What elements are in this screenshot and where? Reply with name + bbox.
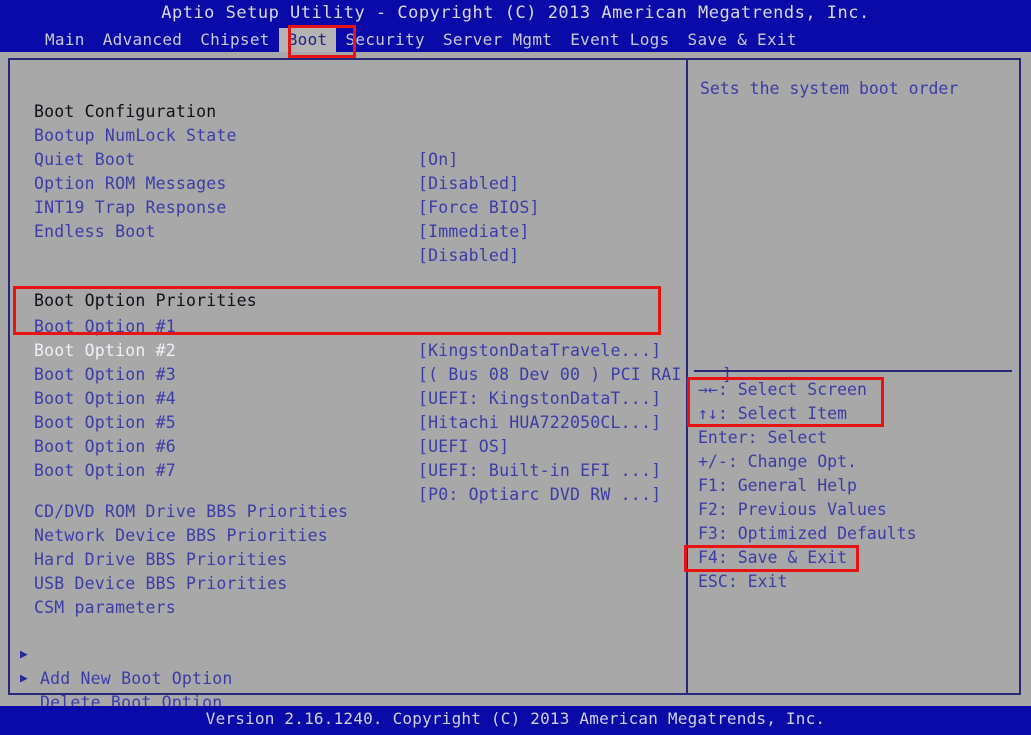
key-legend-text: : Change Opt. bbox=[727, 452, 857, 471]
tab-advanced[interactable]: Advanced bbox=[94, 28, 191, 52]
submenu-network-device-bbs-priorities[interactable]: Network Device BBS Priorities bbox=[10, 500, 686, 545]
key-legend-save-and-exit: F4: Save & Exit bbox=[698, 546, 1018, 570]
key-name: F2 bbox=[698, 500, 718, 519]
key-legend-text: : Save & Exit bbox=[717, 548, 848, 567]
key-legend-text: : Exit bbox=[727, 572, 788, 591]
boot-option-row-6[interactable]: Boot Option #6 [UEFI: Built-in EFI ...] bbox=[10, 411, 686, 480]
submenu-hard-drive-bbs-priorities[interactable]: Hard Drive BBS Priorities bbox=[10, 524, 686, 569]
triangle-right-icon: ▶ bbox=[20, 671, 29, 686]
arrow-up-down-icon: ↑↓ bbox=[698, 404, 718, 423]
boot-option-row-5[interactable]: Boot Option #5 [UEFI OS] bbox=[10, 387, 686, 456]
boot-option-row-2[interactable]: Boot Option #2 [( Bus 08 Dev 00 ) PCI RA… bbox=[10, 315, 732, 384]
key-legend-text: : Select Screen bbox=[717, 380, 867, 399]
key-name: ESC bbox=[698, 572, 728, 591]
submenu-add-new-boot-option[interactable]: ▶ Add New Boot Option bbox=[10, 619, 686, 688]
arrow-left-right-icon: →← bbox=[698, 380, 718, 399]
key-legend-text: : General Help bbox=[717, 476, 857, 495]
setting-row-int19-trap-response[interactable]: INT19 Trap Response [Immediate] bbox=[10, 172, 686, 241]
boot-option-row-7[interactable]: Boot Option #7 [P0: Optiarc DVD RW ...] bbox=[10, 435, 686, 504]
boot-option-row-4[interactable]: Boot Option #4 [Hitachi HUA722050CL...] bbox=[10, 363, 686, 432]
tab-boot[interactable]: Boot bbox=[278, 27, 337, 52]
key-legend-optimized-defaults: F3: Optimized Defaults bbox=[698, 522, 1018, 546]
submenu-delete-boot-option[interactable]: ▶ Delete Boot Option bbox=[10, 643, 686, 712]
tab-save-and-exit[interactable]: Save & Exit bbox=[679, 28, 806, 52]
setting-row-quiet-boot[interactable]: Quiet Boot [Disabled] bbox=[10, 124, 686, 193]
key-legend-previous-values: F2: Previous Values bbox=[698, 498, 1018, 522]
version-text: Version 2.16.1240. Copyright (C) 2013 Am… bbox=[205, 709, 826, 728]
menu-bar: Main Advanced Chipset Boot Security Serv… bbox=[0, 27, 1031, 52]
settings-pane: Boot Configuration Bootup NumLock State … bbox=[10, 60, 732, 712]
setting-label: Endless Boot bbox=[34, 222, 156, 241]
help-pane: Sets the system boot order →←: Select Sc… bbox=[688, 60, 1019, 693]
content-frame: Boot Configuration Bootup NumLock State … bbox=[8, 58, 1021, 712]
setting-row-bootup-numlock-state[interactable]: Bootup NumLock State [On] bbox=[10, 100, 686, 169]
setting-row-option-rom-messages[interactable]: Option ROM Messages [Force BIOS] bbox=[10, 148, 686, 217]
key-legend-enter-select: Enter: Select bbox=[698, 426, 1018, 450]
boot-option-row-1[interactable]: Boot Option #1 [KingstonDataTravele...] bbox=[10, 291, 686, 360]
title-banner: Aptio Setup Utility - Copyright (C) 2013… bbox=[0, 0, 1031, 52]
tab-main[interactable]: Main bbox=[36, 28, 94, 52]
key-name: F1 bbox=[698, 476, 718, 495]
key-legend-change-opt: +/-: Change Opt. bbox=[698, 450, 1018, 474]
submenu-usb-device-bbs-priorities[interactable]: USB Device BBS Priorities bbox=[10, 548, 686, 593]
section-header-boot-option-priorities: Boot Option Priorities bbox=[34, 291, 257, 310]
key-legend-exit: ESC: Exit bbox=[698, 570, 1018, 594]
key-name: F3 bbox=[698, 524, 718, 543]
key-name: Enter bbox=[698, 428, 748, 447]
key-legend-select-screen: →←: Select Screen bbox=[698, 378, 1018, 402]
submenu-cd-dvd-rom-drive-bbs-priorities[interactable]: CD/DVD ROM Drive BBS Priorities bbox=[10, 476, 686, 521]
tab-security[interactable]: Security bbox=[336, 28, 433, 52]
key-legend-general-help: F1: General Help bbox=[698, 474, 1018, 498]
tab-server-mgmt[interactable]: Server Mgmt bbox=[434, 28, 561, 52]
section-header-boot-configuration: Boot Configuration bbox=[34, 102, 217, 121]
submenu-csm-parameters[interactable]: CSM parameters bbox=[10, 572, 686, 617]
key-name: F4 bbox=[698, 548, 718, 567]
setting-row-endless-boot[interactable]: Endless Boot [Disabled] bbox=[10, 196, 686, 265]
key-legend-text: : Previous Values bbox=[717, 500, 887, 519]
utility-title: Aptio Setup Utility - Copyright (C) 2013… bbox=[161, 3, 870, 23]
horizontal-divider bbox=[694, 370, 1012, 372]
key-legend-text: : Select Item bbox=[717, 404, 848, 423]
key-legend-select-item: ↑↓: Select Item bbox=[698, 402, 1018, 426]
setting-value[interactable]: [Immediate] bbox=[418, 220, 529, 244]
bios-setup-screen: Aptio Setup Utility - Copyright (C) 2013… bbox=[0, 0, 1031, 735]
key-legend-text: : Optimized Defaults bbox=[717, 524, 917, 543]
tab-chipset[interactable]: Chipset bbox=[191, 28, 279, 52]
key-legend-text: : Select bbox=[747, 428, 828, 447]
boot-option-row-3[interactable]: Boot Option #3 [UEFI: KingstonDataT...] bbox=[10, 339, 686, 408]
key-name: +/- bbox=[698, 452, 728, 471]
tab-event-logs[interactable]: Event Logs bbox=[561, 28, 678, 52]
version-bar: Version 2.16.1240. Copyright (C) 2013 Am… bbox=[0, 706, 1031, 735]
help-description: Sets the system boot order bbox=[700, 79, 959, 98]
